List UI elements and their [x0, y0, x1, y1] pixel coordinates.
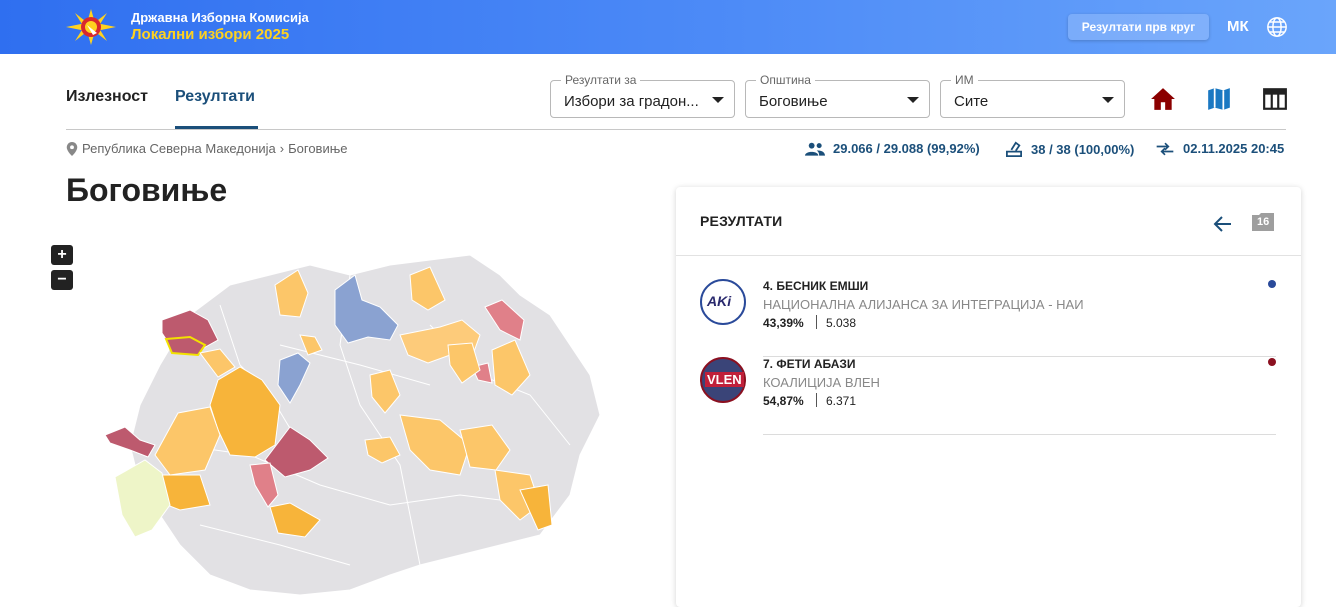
page-title: Боговиње [66, 172, 228, 208]
candidate-row[interactable]: VLEN 7. ФЕТИ АБАЗИ КОАЛИЦИЈА ВЛЕН 54,87%… [700, 357, 1276, 435]
table-icon[interactable] [1262, 86, 1288, 112]
people-icon [805, 142, 825, 156]
top-bar: Државна Изборна Комисија Локални избори … [0, 0, 1336, 54]
candidate-color-dot [1268, 280, 1276, 288]
candidate-row[interactable]: AKi 4. БЕСНИК ЕМШИ НАЦИОНАЛНА АЛИЈАНСА З… [700, 279, 1276, 357]
candidate-color-dot [1268, 358, 1276, 366]
breadcrumb: Република Северна Македонија › Боговиње [66, 141, 348, 156]
candidate-votes: 6.371 [826, 394, 857, 408]
candidate-name: 4. БЕСНИК ЕМШИ [763, 279, 869, 293]
brand-title: Државна Изборна Комисија [131, 10, 309, 25]
sun-logo-icon[interactable] [66, 9, 116, 45]
zoom-out-button[interactable]: − [51, 270, 73, 290]
sync-arrows-icon [1156, 142, 1174, 155]
polling-station-label: ИМ [951, 73, 978, 87]
municipality-map[interactable] [100, 245, 610, 595]
home-icon[interactable] [1150, 86, 1176, 112]
value-separator [816, 315, 817, 329]
breadcrumb-country[interactable]: Република Северна Македонија [82, 141, 276, 156]
language-selector[interactable]: МК [1227, 18, 1249, 35]
tab-turnout[interactable]: Излезност [66, 88, 148, 106]
candidate-party: НАЦИОНАЛНА АЛИЈАНСА ЗА ИНТЕГРАЦИЈА - НАИ [763, 297, 1084, 312]
polling-station-select[interactable]: ИМ Сите [940, 73, 1125, 118]
polling-stations-count: 38 / 38 (100,00%) [1031, 141, 1135, 157]
candidate-logo: AKi [700, 279, 746, 325]
voters-count: 29.066 / 29.088 (99,92%) [833, 141, 980, 156]
candidate-percent: 54,87% [763, 394, 804, 408]
results-for-label: Резултати за [561, 73, 641, 87]
party-logo-text: VLEN [705, 372, 744, 387]
results-for-value: Избори за градон... [564, 93, 699, 110]
last-update-stat: 02.11.2025 20:45 [1155, 141, 1284, 156]
brand-subtitle: Локални избори 2025 [131, 26, 290, 43]
candidate-percent: 43,39% [763, 316, 804, 330]
polling-station-value: Сите [954, 93, 989, 110]
voters-stat: 29.066 / 29.088 (99,92%) [805, 141, 980, 156]
panel-divider [676, 255, 1301, 256]
breadcrumb-municipality: Боговиње [288, 141, 348, 156]
municipality-count-badge[interactable]: 16 [1252, 213, 1274, 231]
results-panel-title: РЕЗУЛТАТИ [700, 213, 783, 229]
header-divider [66, 129, 1286, 130]
party-logo-text: AKi [707, 293, 732, 309]
municipality-label: Општина [756, 73, 815, 87]
chevron-down-icon [907, 97, 919, 103]
map-icon[interactable] [1206, 86, 1232, 112]
tab-results[interactable]: Резултати [175, 88, 255, 106]
results-panel: РЕЗУЛТАТИ 16 AKi 4. БЕСНИК ЕМШИ НАЦИОНАЛ… [676, 187, 1301, 607]
candidate-votes: 5.038 [826, 316, 857, 330]
chevron-down-icon [712, 97, 724, 103]
results-for-select[interactable]: Резултати за Избори за градон... [550, 73, 735, 118]
row-divider [763, 434, 1276, 435]
last-update-time: 02.11.2025 20:45 [1183, 141, 1285, 156]
municipality-select[interactable]: Општина Боговиње [745, 73, 930, 118]
candidate-name: 7. ФЕТИ АБАЗИ [763, 357, 856, 371]
polling-stations-stat: 38 / 38 (100,00%) [1005, 141, 1134, 157]
first-round-results-button[interactable]: Резултати прв круг [1068, 14, 1209, 40]
zoom-in-button[interactable]: + [51, 245, 73, 265]
value-separator [816, 393, 817, 407]
chevron-down-icon [1102, 97, 1114, 103]
arrow-left-icon[interactable] [1211, 212, 1235, 236]
candidate-party: КОАЛИЦИЈА ВЛЕН [763, 375, 880, 390]
ballot-box-icon [1006, 141, 1022, 157]
location-pin-icon [66, 141, 78, 156]
chevron-right-icon: › [279, 141, 285, 156]
count-badge-value: 16 [1257, 216, 1270, 228]
candidate-logo: VLEN [700, 357, 746, 403]
globe-icon[interactable] [1266, 16, 1288, 38]
municipality-value: Боговиње [759, 93, 828, 110]
